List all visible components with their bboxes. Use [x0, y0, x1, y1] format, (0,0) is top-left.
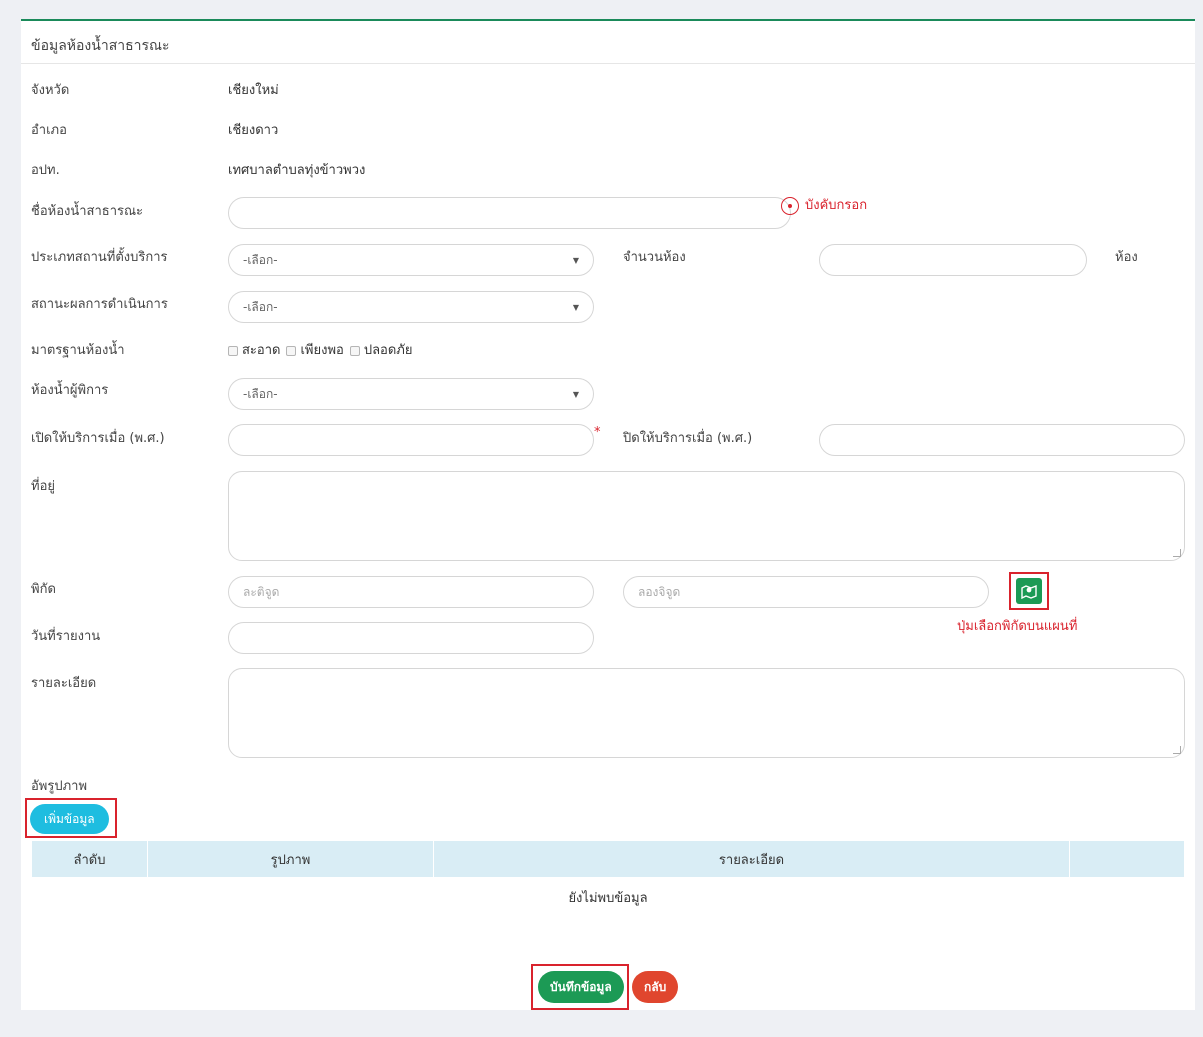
lao-value: เทศบาลตำบลทุ่งข้าวพวง [228, 163, 366, 178]
column-header-order: ลำดับ [32, 841, 148, 877]
province-value: เชียงใหม่ [228, 83, 279, 98]
disabled-select[interactable]: -เลือก- ▼ [228, 378, 594, 410]
resize-handle-icon[interactable] [1173, 549, 1181, 557]
disabled-value: -เลือก- [243, 386, 278, 401]
report-date-label: วันที่รายงาน [31, 629, 101, 644]
open-year-label: เปิดให้บริการเมื่อ (พ.ศ.) [31, 431, 165, 446]
title-divider [21, 63, 1195, 64]
column-header-actions [1070, 841, 1184, 877]
form-panel: ข้อมูลห้องน้ำสาธารณะ จังหวัด เชียงใหม่ อ… [21, 19, 1195, 1010]
status-value: -เลือก- [243, 299, 278, 314]
standard-clean-checkbox[interactable]: สะอาด [228, 339, 280, 360]
address-textarea[interactable] [228, 471, 1185, 561]
room-count-input[interactable] [819, 244, 1087, 276]
checkbox-icon[interactable] [228, 345, 238, 356]
map-picker-button[interactable] [1016, 578, 1042, 604]
detail-textarea[interactable] [228, 668, 1185, 758]
back-button[interactable]: กลับ [632, 971, 679, 1003]
standard-label: มาตรฐานห้องน้ำ [31, 343, 125, 358]
checkbox-icon[interactable] [286, 345, 297, 356]
map-button-highlight [1009, 572, 1049, 610]
resize-handle-icon[interactable] [1173, 746, 1181, 754]
chevron-down-icon: ▼ [572, 255, 579, 265]
panel-title: ข้อมูลห้องน้ำสาธารณะ [31, 38, 170, 54]
checkbox-icon[interactable] [349, 345, 360, 356]
province-label: จังหวัด [31, 83, 70, 98]
room-count-label: จำนวนห้อง [623, 250, 686, 265]
name-input[interactable] [228, 197, 791, 229]
longitude-input[interactable] [623, 576, 989, 608]
chevron-down-icon: ▼ [572, 389, 579, 399]
district-label: อำเภอ [31, 123, 67, 138]
required-note: บังคับกรอก [805, 198, 868, 213]
service-type-value: -เลือก- [243, 252, 278, 267]
service-type-label: ประเภทสถานที่ตั้งบริการ [31, 250, 168, 265]
report-date-input[interactable] [228, 622, 594, 654]
lao-label: อปท. [31, 163, 60, 178]
save-button[interactable]: บันทึกข้อมูล [538, 971, 624, 1003]
room-unit: ห้อง [1115, 250, 1138, 265]
standard-checkboxes: สะอาด เพียงพอ ปลอดภัย [228, 339, 412, 360]
district-value: เชียงดาว [228, 123, 279, 138]
map-button-annotation: ปุ่มเลือกพิกัดบนแผนที่ [957, 619, 1078, 634]
table-header: ลำดับ รูปภาพ รายละเอียด [32, 841, 1184, 877]
required-annotation: บังคับกรอก [781, 194, 867, 215]
column-header-image: รูปภาพ [148, 841, 434, 877]
status-label: สถานะผลการดำเนินการ [31, 297, 168, 312]
close-year-label: ปิดให้บริการเมื่อ (พ.ศ.) [623, 431, 753, 446]
name-label: ชื่อห้องน้ำสาธารณะ [31, 204, 144, 219]
detail-label: รายละเอียด [31, 676, 97, 691]
column-header-detail: รายละเอียด [434, 841, 1070, 877]
coords-label: พิกัด [31, 582, 56, 597]
add-data-button[interactable]: เพิ่มข้อมูล [30, 804, 109, 834]
open-year-input[interactable] [228, 424, 594, 456]
required-star: * [594, 425, 601, 440]
required-circle-icon [781, 196, 799, 215]
map-marker-icon [1021, 584, 1037, 599]
table-empty-row: ยังไม่พบข้อมูล [568, 890, 648, 906]
status-select[interactable]: -เลือก- ▼ [228, 291, 594, 323]
upload-label: อัพรูปภาพ [31, 779, 88, 794]
disabled-label: ห้องน้ำผู้พิการ [31, 383, 109, 398]
standard-enough-checkbox[interactable]: เพียงพอ [286, 339, 344, 360]
service-type-select[interactable]: -เลือก- ▼ [228, 244, 594, 276]
close-year-input[interactable] [819, 424, 1185, 456]
latitude-input[interactable] [228, 576, 594, 608]
address-label: ที่อยู่ [31, 479, 55, 494]
standard-safe-checkbox[interactable]: ปลอดภัย [349, 339, 412, 360]
chevron-down-icon: ▼ [572, 302, 579, 312]
